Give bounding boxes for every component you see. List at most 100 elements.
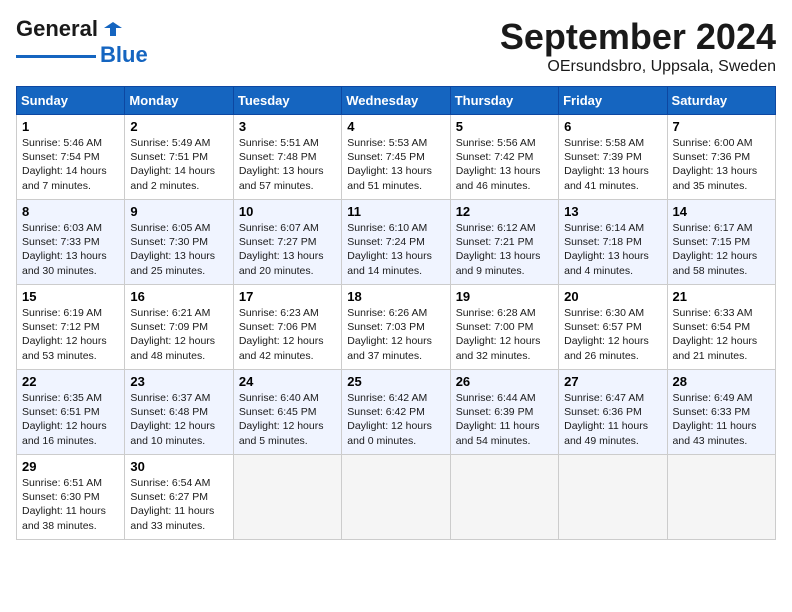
calendar-cell: 9 Sunrise: 6:05 AMSunset: 7:30 PMDayligh… [125, 200, 233, 285]
day-number: 19 [456, 289, 553, 304]
day-number: 26 [456, 374, 553, 389]
cell-info: Sunrise: 6:14 AMSunset: 7:18 PMDaylight:… [564, 222, 649, 277]
col-header-wednesday: Wednesday [342, 87, 450, 115]
cell-info: Sunrise: 5:46 AMSunset: 7:54 PMDaylight:… [22, 137, 107, 192]
day-number: 23 [130, 374, 227, 389]
cell-info: Sunrise: 5:58 AMSunset: 7:39 PMDaylight:… [564, 137, 649, 192]
cell-info: Sunrise: 6:12 AMSunset: 7:21 PMDaylight:… [456, 222, 541, 277]
day-number: 12 [456, 204, 553, 219]
calendar-cell: 25 Sunrise: 6:42 AMSunset: 6:42 PMDaylig… [342, 370, 450, 455]
col-header-sunday: Sunday [17, 87, 125, 115]
day-number: 14 [673, 204, 770, 219]
cell-info: Sunrise: 6:42 AMSunset: 6:42 PMDaylight:… [347, 392, 432, 447]
cell-info: Sunrise: 6:28 AMSunset: 7:00 PMDaylight:… [456, 307, 541, 362]
calendar-cell: 30 Sunrise: 6:54 AMSunset: 6:27 PMDaylig… [125, 455, 233, 540]
day-number: 11 [347, 204, 444, 219]
calendar-cell: 15 Sunrise: 6:19 AMSunset: 7:12 PMDaylig… [17, 285, 125, 370]
day-number: 21 [673, 289, 770, 304]
calendar-cell: 10 Sunrise: 6:07 AMSunset: 7:27 PMDaylig… [233, 200, 341, 285]
calendar-cell: 6 Sunrise: 5:58 AMSunset: 7:39 PMDayligh… [559, 115, 667, 200]
calendar-cell: 28 Sunrise: 6:49 AMSunset: 6:33 PMDaylig… [667, 370, 775, 455]
calendar-week-row: 29 Sunrise: 6:51 AMSunset: 6:30 PMDaylig… [17, 455, 776, 540]
day-number: 24 [239, 374, 336, 389]
logo-divider [16, 55, 96, 58]
cell-info: Sunrise: 6:37 AMSunset: 6:48 PMDaylight:… [130, 392, 215, 447]
calendar-cell: 22 Sunrise: 6:35 AMSunset: 6:51 PMDaylig… [17, 370, 125, 455]
cell-info: Sunrise: 6:51 AMSunset: 6:30 PMDaylight:… [22, 477, 106, 532]
col-header-saturday: Saturday [667, 87, 775, 115]
calendar-cell: 23 Sunrise: 6:37 AMSunset: 6:48 PMDaylig… [125, 370, 233, 455]
cell-info: Sunrise: 6:03 AMSunset: 7:33 PMDaylight:… [22, 222, 107, 277]
calendar-cell: 19 Sunrise: 6:28 AMSunset: 7:00 PMDaylig… [450, 285, 558, 370]
calendar-cell: 14 Sunrise: 6:17 AMSunset: 7:15 PMDaylig… [667, 200, 775, 285]
logo-blue-text: Blue [100, 42, 148, 68]
calendar-cell: 18 Sunrise: 6:26 AMSunset: 7:03 PMDaylig… [342, 285, 450, 370]
calendar-cell: 3 Sunrise: 5:51 AMSunset: 7:48 PMDayligh… [233, 115, 341, 200]
cell-info: Sunrise: 6:07 AMSunset: 7:27 PMDaylight:… [239, 222, 324, 277]
calendar-cell: 4 Sunrise: 5:53 AMSunset: 7:45 PMDayligh… [342, 115, 450, 200]
cell-info: Sunrise: 6:10 AMSunset: 7:24 PMDaylight:… [347, 222, 432, 277]
cell-info: Sunrise: 6:21 AMSunset: 7:09 PMDaylight:… [130, 307, 215, 362]
calendar-cell: 26 Sunrise: 6:44 AMSunset: 6:39 PMDaylig… [450, 370, 558, 455]
day-number: 28 [673, 374, 770, 389]
day-number: 1 [22, 119, 119, 134]
calendar-cell: 1 Sunrise: 5:46 AMSunset: 7:54 PMDayligh… [17, 115, 125, 200]
cell-info: Sunrise: 6:23 AMSunset: 7:06 PMDaylight:… [239, 307, 324, 362]
calendar-table: SundayMondayTuesdayWednesdayThursdayFrid… [16, 86, 776, 540]
calendar-cell: 8 Sunrise: 6:03 AMSunset: 7:33 PMDayligh… [17, 200, 125, 285]
cell-info: Sunrise: 6:44 AMSunset: 6:39 PMDaylight:… [456, 392, 540, 447]
day-number: 7 [673, 119, 770, 134]
title-section: September 2024 OErsundsbro, Uppsala, Swe… [500, 16, 776, 76]
calendar-cell [667, 455, 775, 540]
calendar-cell: 7 Sunrise: 6:00 AMSunset: 7:36 PMDayligh… [667, 115, 775, 200]
day-number: 4 [347, 119, 444, 134]
day-number: 3 [239, 119, 336, 134]
cell-info: Sunrise: 6:05 AMSunset: 7:30 PMDaylight:… [130, 222, 215, 277]
calendar-cell: 13 Sunrise: 6:14 AMSunset: 7:18 PMDaylig… [559, 200, 667, 285]
day-number: 8 [22, 204, 119, 219]
day-number: 13 [564, 204, 661, 219]
month-title: September 2024 [500, 16, 776, 58]
cell-info: Sunrise: 5:53 AMSunset: 7:45 PMDaylight:… [347, 137, 432, 192]
calendar-cell [233, 455, 341, 540]
day-number: 22 [22, 374, 119, 389]
calendar-week-row: 1 Sunrise: 5:46 AMSunset: 7:54 PMDayligh… [17, 115, 776, 200]
calendar-cell: 12 Sunrise: 6:12 AMSunset: 7:21 PMDaylig… [450, 200, 558, 285]
cell-info: Sunrise: 6:30 AMSunset: 6:57 PMDaylight:… [564, 307, 649, 362]
day-number: 6 [564, 119, 661, 134]
cell-info: Sunrise: 6:00 AMSunset: 7:36 PMDaylight:… [673, 137, 758, 192]
calendar-cell: 29 Sunrise: 6:51 AMSunset: 6:30 PMDaylig… [17, 455, 125, 540]
logo-bird-icon [102, 18, 124, 40]
cell-info: Sunrise: 6:33 AMSunset: 6:54 PMDaylight:… [673, 307, 758, 362]
logo-general-text: General [16, 16, 98, 42]
day-number: 15 [22, 289, 119, 304]
cell-info: Sunrise: 5:49 AMSunset: 7:51 PMDaylight:… [130, 137, 215, 192]
calendar-cell [342, 455, 450, 540]
calendar-cell: 24 Sunrise: 6:40 AMSunset: 6:45 PMDaylig… [233, 370, 341, 455]
day-number: 29 [22, 459, 119, 474]
calendar-cell [559, 455, 667, 540]
calendar-cell: 27 Sunrise: 6:47 AMSunset: 6:36 PMDaylig… [559, 370, 667, 455]
day-number: 9 [130, 204, 227, 219]
cell-info: Sunrise: 5:51 AMSunset: 7:48 PMDaylight:… [239, 137, 324, 192]
day-number: 25 [347, 374, 444, 389]
calendar-cell: 16 Sunrise: 6:21 AMSunset: 7:09 PMDaylig… [125, 285, 233, 370]
day-number: 20 [564, 289, 661, 304]
page-header: General Blue September 2024 OErsundsbro,… [16, 16, 776, 76]
day-number: 18 [347, 289, 444, 304]
cell-info: Sunrise: 6:54 AMSunset: 6:27 PMDaylight:… [130, 477, 214, 532]
calendar-cell: 5 Sunrise: 5:56 AMSunset: 7:42 PMDayligh… [450, 115, 558, 200]
cell-info: Sunrise: 6:35 AMSunset: 6:51 PMDaylight:… [22, 392, 107, 447]
col-header-monday: Monday [125, 87, 233, 115]
calendar-week-row: 15 Sunrise: 6:19 AMSunset: 7:12 PMDaylig… [17, 285, 776, 370]
logo: General Blue [16, 16, 148, 68]
calendar-cell: 11 Sunrise: 6:10 AMSunset: 7:24 PMDaylig… [342, 200, 450, 285]
col-header-tuesday: Tuesday [233, 87, 341, 115]
calendar-cell [450, 455, 558, 540]
calendar-cell: 2 Sunrise: 5:49 AMSunset: 7:51 PMDayligh… [125, 115, 233, 200]
calendar-cell: 21 Sunrise: 6:33 AMSunset: 6:54 PMDaylig… [667, 285, 775, 370]
day-number: 30 [130, 459, 227, 474]
col-header-friday: Friday [559, 87, 667, 115]
day-number: 2 [130, 119, 227, 134]
calendar-week-row: 8 Sunrise: 6:03 AMSunset: 7:33 PMDayligh… [17, 200, 776, 285]
